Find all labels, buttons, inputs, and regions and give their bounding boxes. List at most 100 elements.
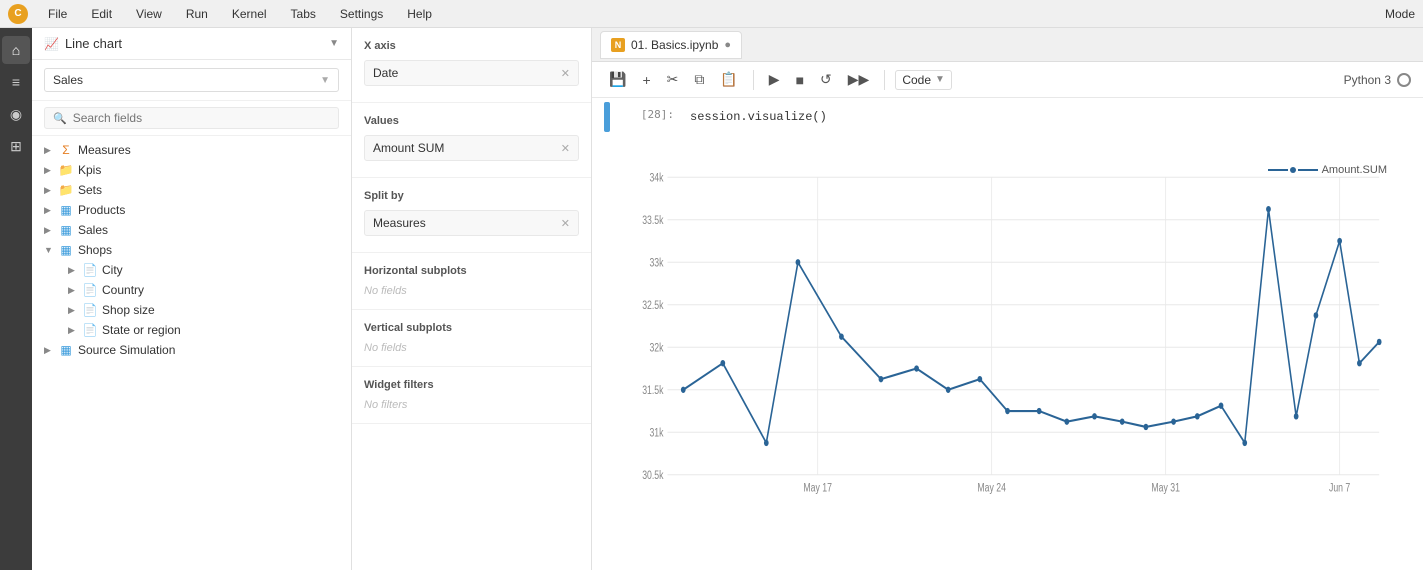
data-point bbox=[946, 387, 951, 393]
tab-close-button[interactable]: ● bbox=[724, 39, 731, 51]
cut-button[interactable]: ✂ bbox=[662, 68, 684, 91]
data-point bbox=[1219, 403, 1224, 409]
values-title: Values bbox=[364, 115, 579, 127]
cell-type-label: Code bbox=[902, 73, 931, 87]
code-cell: [28]: session.visualize() bbox=[592, 98, 1423, 136]
search-icon: 🔍 bbox=[53, 112, 67, 125]
sidebar-item-layers[interactable]: ≡ bbox=[2, 68, 30, 96]
run-button[interactable]: ▶ bbox=[764, 68, 785, 91]
tree-item-state-region[interactable]: ▶ 📄 State or region bbox=[32, 320, 351, 340]
menu-tabs[interactable]: Tabs bbox=[287, 5, 320, 23]
legend-item-amount-sum: Amount.SUM bbox=[1268, 164, 1387, 176]
app-logo: C bbox=[8, 4, 28, 24]
cell-content: session.visualize() bbox=[682, 102, 1423, 132]
toolbar-separator-2 bbox=[884, 70, 885, 90]
values-remove-button[interactable]: ✕ bbox=[561, 142, 570, 155]
search-input[interactable] bbox=[73, 111, 330, 125]
tree-item-measures[interactable]: ▶ Σ Measures bbox=[32, 140, 351, 160]
tree-label-source-simulation: Source Simulation bbox=[78, 343, 175, 357]
x-axis-field: Date ✕ bbox=[364, 60, 579, 86]
chevron-icon: ▶ bbox=[68, 265, 78, 276]
data-point bbox=[977, 376, 982, 382]
sidebar-item-user[interactable]: ◉ bbox=[2, 100, 30, 128]
data-point bbox=[764, 440, 769, 446]
tree-item-city[interactable]: ▶ 📄 City bbox=[32, 260, 351, 280]
x-axis-remove-button[interactable]: ✕ bbox=[561, 67, 570, 80]
copy-button[interactable]: ⧉ bbox=[689, 68, 709, 91]
data-point bbox=[1037, 408, 1042, 414]
notebook-tab-basics[interactable]: N 01. Basics.ipynb ● bbox=[600, 31, 742, 59]
cube-icon: ▦ bbox=[58, 243, 74, 257]
add-cell-button[interactable]: + bbox=[637, 69, 655, 91]
chevron-icon: ▶ bbox=[44, 145, 54, 156]
tree-label-shop-size: Shop size bbox=[102, 303, 155, 317]
split-by-remove-button[interactable]: ✕ bbox=[561, 217, 570, 230]
tree-item-kpis[interactable]: ▶ 📁 Kpis bbox=[32, 160, 351, 180]
icon-sidebar: ⌂ ≡ ◉ ⊞ bbox=[0, 28, 32, 570]
menu-file[interactable]: File bbox=[44, 5, 71, 23]
fields-panel: 📈 Line chart ▼ Sales ▼ 🔍 ▶ Σ bbox=[32, 28, 352, 570]
sidebar-item-puzzle[interactable]: ⊞ bbox=[2, 132, 30, 160]
menu-view[interactable]: View bbox=[132, 5, 166, 23]
tree-container: ▶ Σ Measures ▶ 📁 Kpis ▶ 📁 Sets ▶ ▦ Produ… bbox=[32, 136, 351, 570]
save-button[interactable]: 💾 bbox=[604, 68, 631, 91]
file-icon: 📄 bbox=[82, 323, 98, 337]
vertical-subplots-title: Vertical subplots bbox=[364, 322, 579, 334]
notebook-content: [28]: session.visualize() bbox=[592, 98, 1423, 570]
paste-button[interactable]: 📋 bbox=[715, 68, 742, 91]
tree-item-shops[interactable]: ▼ ▦ Shops bbox=[32, 240, 351, 260]
tree-item-source-simulation[interactable]: ▶ ▦ Source Simulation bbox=[32, 340, 351, 360]
legend-dot-icon bbox=[1290, 167, 1296, 173]
restart-button[interactable]: ↺ bbox=[815, 68, 837, 91]
config-panel: X axis Date ✕ Values Amount SUM ✕ Split … bbox=[352, 28, 592, 570]
panel-header: 📈 Line chart ▼ bbox=[32, 28, 351, 60]
menu-edit[interactable]: Edit bbox=[87, 5, 116, 23]
widget-filters-section: Widget filters No filters bbox=[352, 367, 591, 424]
tree-item-sets[interactable]: ▶ 📁 Sets bbox=[32, 180, 351, 200]
menu-settings[interactable]: Settings bbox=[336, 5, 387, 23]
file-icon: 📄 bbox=[82, 303, 98, 317]
menu-kernel[interactable]: Kernel bbox=[228, 5, 271, 23]
cell-type-select[interactable]: Code ▼ bbox=[895, 70, 952, 90]
data-point bbox=[1377, 339, 1382, 345]
data-point bbox=[681, 387, 686, 393]
svg-text:32.5k: 32.5k bbox=[642, 300, 664, 312]
tree-item-shop-size[interactable]: ▶ 📄 Shop size bbox=[32, 300, 351, 320]
svg-text:May 31: May 31 bbox=[1151, 483, 1180, 495]
split-by-field: Measures ✕ bbox=[364, 210, 579, 236]
svg-text:31k: 31k bbox=[649, 427, 664, 439]
sidebar-item-home[interactable]: ⌂ bbox=[2, 36, 30, 64]
tree-item-sales[interactable]: ▶ ▦ Sales bbox=[32, 220, 351, 240]
tree-label-kpis: Kpis bbox=[78, 163, 101, 177]
tree-item-country[interactable]: ▶ 📄 Country bbox=[32, 280, 351, 300]
cell-code[interactable]: session.visualize() bbox=[682, 106, 1423, 128]
data-point bbox=[1337, 238, 1342, 244]
menu-help[interactable]: Help bbox=[403, 5, 436, 23]
values-field-label: Amount SUM bbox=[373, 141, 444, 155]
dataset-select[interactable]: Sales ▼ bbox=[44, 68, 339, 92]
legend-dash-icon-2 bbox=[1298, 169, 1318, 171]
mode-label: Mode bbox=[1385, 7, 1415, 21]
notebook-tab-title: 01. Basics.ipynb bbox=[631, 38, 718, 52]
code-text: session.visualize() bbox=[690, 110, 827, 124]
svg-text:2020: 2020 bbox=[808, 495, 828, 496]
panel-chevron[interactable]: ▼ bbox=[329, 38, 339, 49]
values-section: Values Amount SUM ✕ bbox=[352, 103, 591, 178]
stop-button[interactable]: ■ bbox=[791, 69, 809, 91]
dataset-selector: Sales ▼ bbox=[32, 60, 351, 101]
data-point bbox=[1120, 418, 1125, 424]
fast-forward-button[interactable]: ▶▶ bbox=[843, 68, 875, 91]
notebook-tab-icon: N bbox=[611, 38, 625, 52]
svg-text:34k: 34k bbox=[649, 172, 664, 184]
tree-item-products[interactable]: ▶ ▦ Products bbox=[32, 200, 351, 220]
data-point bbox=[1092, 413, 1097, 419]
cube-icon: ▦ bbox=[58, 343, 74, 357]
data-point bbox=[1171, 418, 1176, 424]
chart-output: Amount.SUM bbox=[608, 144, 1407, 508]
notebook-area: N 01. Basics.ipynb ● 💾 + ✂ ⧉ 📋 ▶ ■ ↺ ▶▶ … bbox=[592, 28, 1423, 570]
chevron-icon: ▶ bbox=[68, 325, 78, 336]
python-label: Python 3 bbox=[1344, 73, 1391, 87]
menu-run[interactable]: Run bbox=[182, 5, 212, 23]
split-by-field-label: Measures bbox=[373, 216, 426, 230]
line-chart-icon: 📈 bbox=[44, 37, 59, 51]
